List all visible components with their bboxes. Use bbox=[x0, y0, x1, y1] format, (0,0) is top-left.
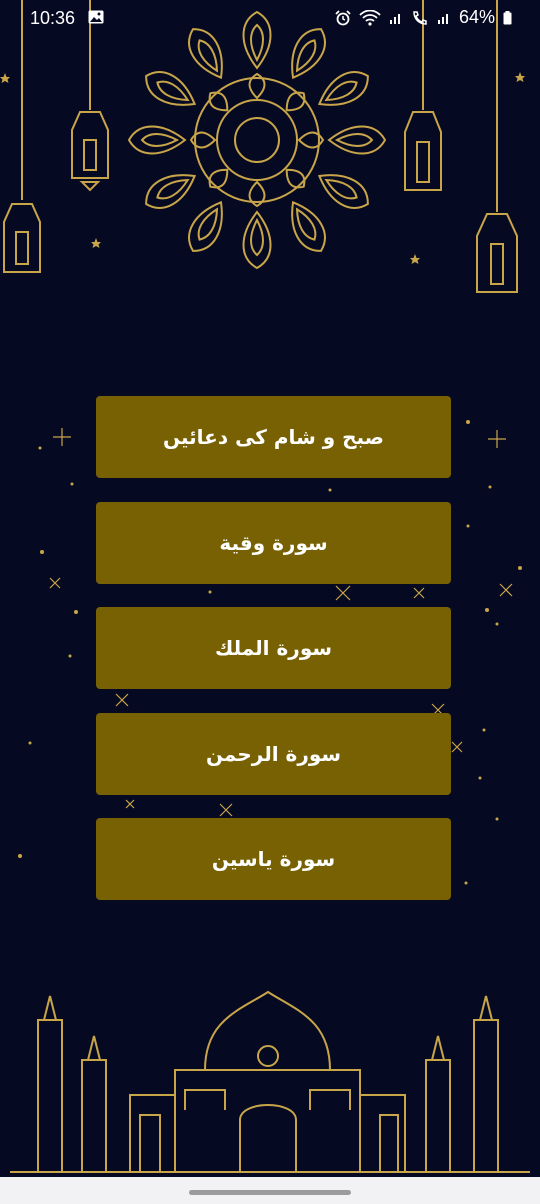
mosque-illustration bbox=[10, 990, 530, 1173]
mandala-ornament bbox=[128, 10, 386, 269]
signal-icon bbox=[389, 13, 400, 24]
wifi-calling-icon bbox=[413, 10, 427, 25]
navigation-bar bbox=[0, 1177, 540, 1204]
image-icon bbox=[88, 10, 104, 24]
battery-percentage: 64% bbox=[458, 7, 495, 27]
lantern-decoration bbox=[3, 0, 41, 273]
battery-icon bbox=[503, 10, 512, 24]
wifi-icon bbox=[359, 9, 381, 26]
menu-button-surah-yaseen[interactable]: سورة ياسين bbox=[96, 818, 451, 900]
status-time: 10:36 bbox=[30, 8, 76, 28]
signal-icon bbox=[437, 13, 448, 24]
menu-button-surah-waqia[interactable]: سورة وقية bbox=[96, 501, 451, 584]
menu-button-morning-evening-duas[interactable]: صبح و شام کی دعائیں bbox=[96, 396, 451, 478]
status-bar: 10:36 64% bbox=[0, 0, 540, 36]
menu-list: صبح و شام کی دعائیں سورة وقية سورة الملك… bbox=[96, 396, 451, 924]
status-icons: 64% bbox=[335, 7, 512, 28]
home-gesture-handle[interactable] bbox=[189, 1190, 351, 1195]
menu-button-surah-mulk[interactable]: سورة الملك bbox=[96, 607, 451, 689]
lantern-decoration bbox=[476, 0, 518, 293]
menu-button-surah-rahman[interactable]: سورة الرحمن bbox=[96, 712, 451, 795]
alarm-icon bbox=[335, 9, 351, 25]
